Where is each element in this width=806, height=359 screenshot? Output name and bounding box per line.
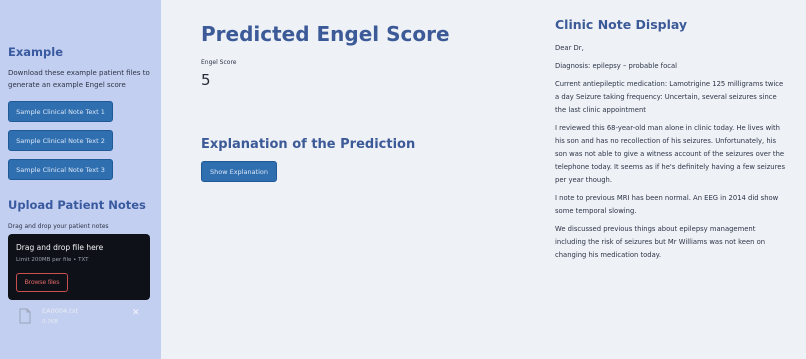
explanation-heading: Explanation of the Prediction (201, 137, 416, 152)
upload-heading: Upload Patient Notes (8, 198, 146, 212)
uploaded-file-row: EA0004.txt 0.7KB ✕ (18, 306, 148, 330)
browse-files-button[interactable]: Browse files (16, 273, 68, 292)
note-paragraph: I reviewed this 68-year-old man alone in… (555, 124, 785, 184)
clinic-note-body: Dear Dr, Diagnosis: epilepsy – probable … (555, 42, 787, 267)
engel-score-label: Engel Score (201, 59, 237, 66)
show-explanation-button[interactable]: Show Explanation (201, 161, 277, 182)
example-heading: Example (8, 45, 63, 59)
close-icon[interactable]: ✕ (132, 308, 140, 318)
example-description: Download these example patient files to … (8, 69, 150, 89)
clinic-note-heading: Clinic Note Display (555, 17, 688, 32)
page-title: Predicted Engel Score (201, 22, 450, 46)
upload-subtext: Drag and drop your patient notes (8, 223, 109, 230)
uploaded-file-size: 0.7KB (42, 319, 59, 325)
file-icon (19, 308, 31, 324)
note-paragraph: Current antiepileptic medication: Lamotr… (555, 80, 784, 114)
sample-note-2-button[interactable]: Sample Clinical Note Text 2 (8, 130, 113, 151)
dropzone-title: Drag and drop file here (16, 243, 104, 252)
note-paragraph: Diagnosis: epilepsy – probable focal (555, 62, 678, 70)
uploaded-file-name: EA0004.txt (42, 307, 79, 315)
engel-score-value: 5 (201, 71, 211, 89)
dropzone-limit: Limit 200MB per file • TXT (16, 257, 89, 263)
sample-note-3-button[interactable]: Sample Clinical Note Text 3 (8, 159, 113, 180)
file-dropzone[interactable]: Drag and drop file here Limit 200MB per … (8, 234, 150, 300)
note-paragraph: Dear Dr, (555, 44, 584, 52)
sample-note-1-button[interactable]: Sample Clinical Note Text 1 (8, 101, 113, 122)
note-paragraph: We discussed previous things about epile… (555, 225, 766, 259)
sidebar: Example Download these example patient f… (0, 0, 161, 359)
note-paragraph: I note to previous MRI has been normal. … (555, 194, 779, 215)
